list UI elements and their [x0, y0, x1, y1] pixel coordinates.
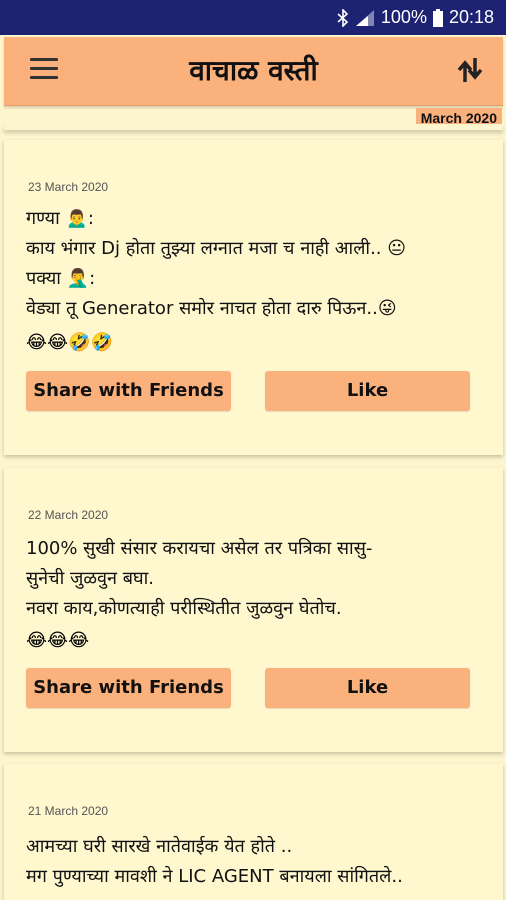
post-emojis: 😂😂😂 [26, 630, 90, 651]
post-date: 22 March 2020 [28, 508, 109, 522]
post-card: 22 March 2020 100% सुखी संसार करायचा असे… [4, 468, 503, 752]
post-text: गण्या 🙍‍♂️: काय भंगार Dj होता तुझ्या लग्… [26, 208, 406, 319]
share-button[interactable]: Share with Friends [26, 371, 231, 411]
like-button[interactable]: Like [265, 668, 470, 708]
signal-icon [355, 9, 374, 26]
share-button[interactable]: Share with Friends [26, 668, 231, 708]
post-date: 21 March 2020 [28, 804, 109, 818]
app-title: वाचाळ वस्ती [189, 54, 318, 87]
post-card: 23 March 2020 गण्या 🙍‍♂️: काय भंगार Dj ह… [4, 140, 503, 455]
battery-icon [432, 8, 443, 27]
bluetooth-icon [337, 8, 349, 27]
post-emojis: 😂😂🤣🤣 [26, 332, 113, 353]
sync-icon[interactable] [455, 55, 485, 85]
post-text: आमच्या घरी सारखे नातेवाईक येत होते .. मग… [26, 836, 403, 887]
like-button[interactable]: Like [265, 371, 470, 411]
battery-percent: 100% [380, 7, 427, 27]
post-date: 23 March 2020 [28, 180, 109, 194]
post-text: 100% सुखी संसार करायचा असेल तर पत्रिका स… [26, 538, 373, 619]
top-divider [4, 124, 503, 130]
post-card: 21 March 2020 आमच्या घरी सारखे नातेवाईक … [4, 764, 503, 900]
status-bar: 100% 20:18 [0, 0, 506, 35]
clock: 20:18 [448, 7, 494, 27]
app-bar: वाचाळ वस्ती [4, 37, 503, 106]
